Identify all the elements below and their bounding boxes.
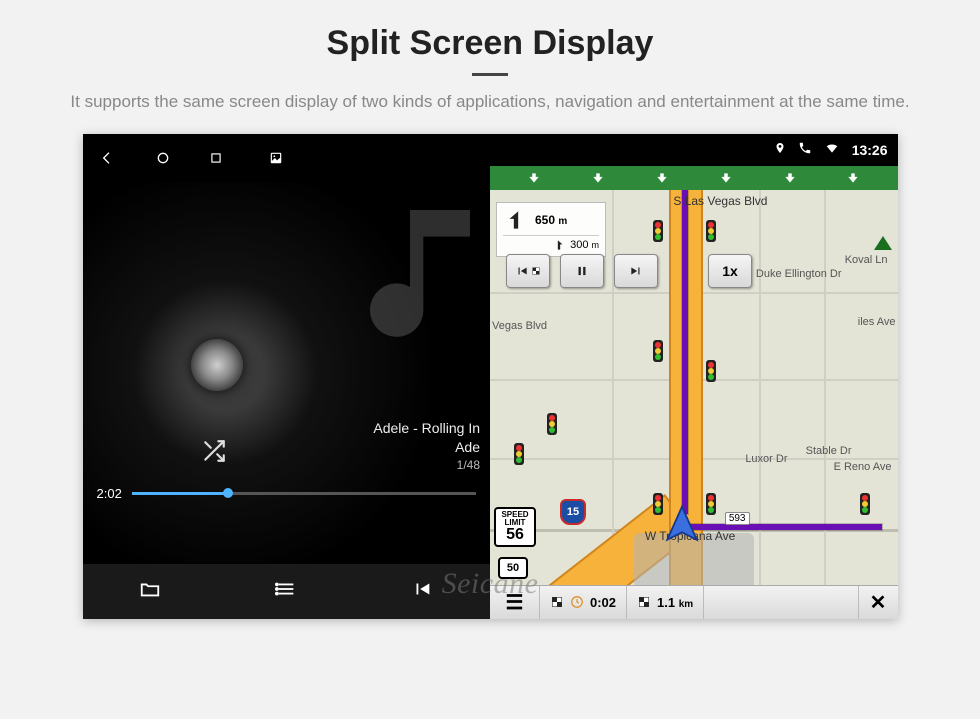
- album-art: Adele - Rolling In Ade 1/48 2:02: [83, 182, 491, 563]
- prev-button[interactable]: [506, 254, 550, 288]
- disc-center: [191, 339, 243, 391]
- next-turn-distance: 300: [570, 239, 588, 251]
- interstate-shield: 15: [560, 499, 586, 525]
- turn-left-icon: [503, 207, 529, 233]
- lane-arrow-icon: [783, 170, 797, 186]
- traffic-light-icon: [514, 443, 524, 465]
- poi-label: Luxor Dr: [745, 453, 787, 465]
- back-icon[interactable]: [101, 150, 117, 166]
- status-bar: 13:26: [490, 134, 898, 166]
- turn-distance: 650: [535, 213, 555, 227]
- eta-time: 0:02: [590, 595, 616, 610]
- wifi-icon: [824, 141, 840, 158]
- route-shield: 50: [498, 557, 528, 579]
- circle-icon[interactable]: [155, 150, 171, 166]
- traffic-light-icon: [860, 493, 870, 515]
- track-index: 1/48: [373, 457, 480, 473]
- track-info: Adele - Rolling In Ade 1/48: [373, 419, 480, 473]
- page-subtitle: It supports the same screen display of t…: [0, 90, 980, 134]
- lane-guidance-bar: [490, 166, 898, 190]
- progress-knob[interactable]: [223, 488, 233, 498]
- progress-fill: [132, 492, 228, 495]
- folder-icon[interactable]: [138, 578, 162, 605]
- music-note-icon: [350, 190, 510, 350]
- lane-arrow-icon: [655, 170, 669, 186]
- title-underline: [472, 73, 508, 76]
- clock-icon: [570, 595, 584, 609]
- exit-marker-icon: [874, 236, 892, 250]
- next-button[interactable]: [614, 254, 658, 288]
- poi-label: iles Ave: [858, 316, 896, 328]
- vehicle-arrow-icon: [660, 503, 704, 547]
- nav-playback-controls: 1x: [506, 254, 752, 288]
- player-bottom-bar: [83, 563, 491, 619]
- traffic-light-icon: [653, 220, 663, 242]
- turn-unit: m: [558, 216, 567, 227]
- square-icon[interactable]: [209, 151, 223, 165]
- turn-right-icon: [552, 238, 566, 252]
- map-road: [612, 190, 614, 585]
- street-label: S Las Vegas Blvd: [673, 194, 767, 208]
- image-icon[interactable]: [269, 151, 283, 165]
- speed-limit-label: SPEED LIMIT: [496, 511, 534, 527]
- eta-distance-unit: km: [679, 599, 693, 610]
- location-icon: [774, 141, 786, 158]
- speed-limit-sign: SPEED LIMIT 56: [494, 507, 536, 547]
- elapsed-time: 2:02: [97, 486, 122, 501]
- navigation-pane: 13:26 15 S Las: [490, 134, 898, 619]
- traffic-light-icon: [706, 493, 716, 515]
- menu-button[interactable]: ☰: [490, 586, 540, 619]
- pause-button[interactable]: [560, 254, 604, 288]
- poi-label: E Reno Ave: [834, 461, 892, 473]
- traffic-light-icon: [653, 340, 663, 362]
- eta-distance-cell[interactable]: 1.1 km: [627, 586, 704, 619]
- music-player-pane: Adele - Rolling In Ade 1/48 2:02: [83, 134, 491, 619]
- next-turn-unit: m: [592, 240, 600, 250]
- nav-bottom-bar: ☰ 0:02 1.1 km ✕: [490, 585, 898, 619]
- lane-arrow-icon: [527, 170, 541, 186]
- destination-flag-icon: [637, 595, 651, 609]
- turn-instruction-box: 650 m 300 m: [496, 202, 606, 257]
- progress-row: 2:02: [83, 486, 491, 501]
- phone-icon: [798, 141, 812, 158]
- speed-button[interactable]: 1x: [708, 254, 752, 288]
- poi-label: Stable Dr: [806, 445, 852, 457]
- prev-track-icon[interactable]: [410, 578, 434, 605]
- traffic-light-icon: [547, 413, 557, 435]
- traffic-light-icon: [706, 220, 716, 242]
- eta-distance: 1.1: [657, 595, 675, 610]
- speed-limit-value: 56: [496, 527, 534, 543]
- poi-label: Duke Ellington Dr: [756, 268, 842, 280]
- destination-flag-icon: [550, 595, 564, 609]
- shuffle-icon[interactable]: [201, 438, 227, 469]
- lane-arrow-icon: [591, 170, 605, 186]
- route-line: [682, 190, 688, 514]
- track-title: Adele - Rolling In: [373, 419, 480, 438]
- android-navbar: [83, 134, 491, 182]
- clock-time: 13:26: [852, 142, 888, 158]
- map-canvas[interactable]: 15 S Las Vegas Blvd W Tropicana Ave Duke…: [490, 190, 898, 585]
- page-title: Split Screen Display: [0, 0, 980, 63]
- close-button[interactable]: ✕: [858, 586, 898, 619]
- lane-arrow-icon: [846, 170, 860, 186]
- playlist-icon[interactable]: [274, 578, 298, 605]
- eta-time-cell[interactable]: 0:02: [540, 586, 627, 619]
- track-artist: Ade: [373, 438, 480, 457]
- traffic-light-icon: [706, 360, 716, 382]
- poi-label: Koval Ln: [845, 254, 888, 266]
- device-screenshot: Adele - Rolling In Ade 1/48 2:02: [83, 134, 898, 619]
- address-pin: 593: [725, 512, 750, 525]
- poi-label: Vegas Blvd: [492, 320, 547, 332]
- lane-arrow-icon: [719, 170, 733, 186]
- progress-bar[interactable]: [132, 492, 476, 495]
